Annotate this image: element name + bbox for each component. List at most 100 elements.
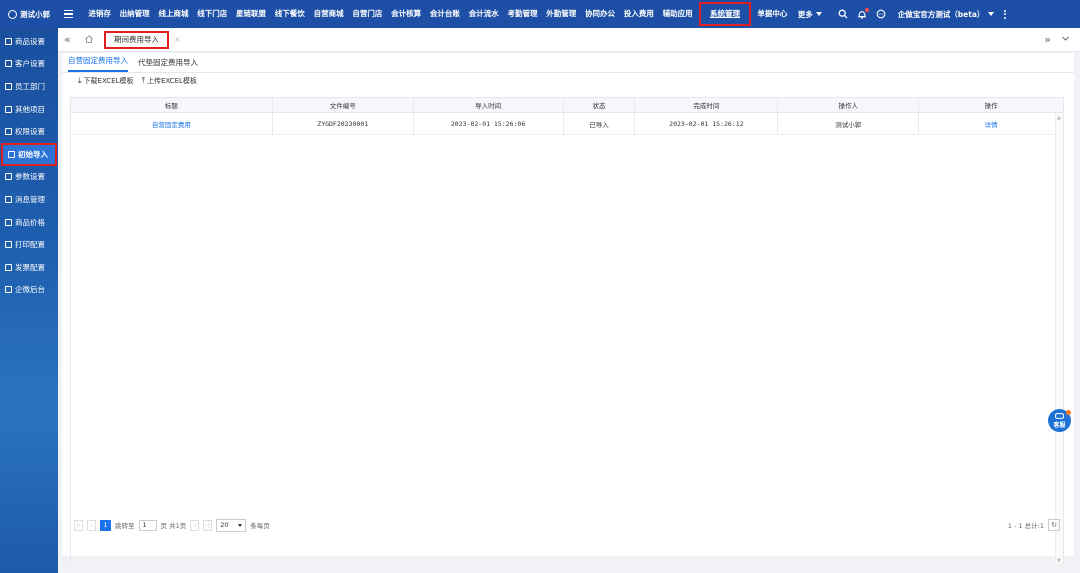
toolbar: ⤓ 下载EXCEL模板 ⤒ 上传EXCEL模板: [62, 73, 1074, 89]
module-nav: 进销存 出纳管理 线上商城 线下门店 星链联盟 线下餐饮 自营商城 自营门店 会…: [84, 0, 792, 28]
tab-advance-fixed-expense-import[interactable]: 代垫固定费用导入: [138, 57, 198, 72]
total-count: 1 - 1 总计:1: [1007, 522, 1044, 530]
prev-page-button[interactable]: ‹: [87, 519, 96, 531]
shield-icon: [5, 128, 12, 136]
settings-icon: [5, 37, 12, 45]
nav-item-aux-apps[interactable]: 辅助应用: [658, 0, 697, 28]
nav-item-journal[interactable]: 会计流水: [464, 0, 503, 28]
vertical-scrollbar[interactable]: ▲ ▼: [1055, 113, 1063, 566]
double-chevron-right-icon[interactable]: »: [1044, 33, 1051, 46]
download-label: 下载EXCEL模板: [83, 77, 134, 85]
chat-bubble-icon: [1055, 412, 1064, 419]
chevron-down-icon[interactable]: [1061, 33, 1070, 46]
tab-self-fixed-expense-import[interactable]: 自营固定费用导入: [68, 55, 128, 72]
sidebar-item-messages[interactable]: 消息管理: [0, 188, 58, 211]
sidebar-item-label: 打印配置: [15, 240, 45, 250]
notification-dot: [864, 8, 869, 12]
column-header-operator: 操作人: [778, 98, 920, 112]
nav-item-self-store[interactable]: 自营门店: [348, 0, 387, 28]
nav-item-offline-store[interactable]: 线下门店: [193, 0, 232, 28]
first-page-button[interactable]: |‹: [74, 519, 83, 531]
sliders-icon: [5, 173, 12, 181]
tab-period-expense-import[interactable]: 期间费用导入: [104, 30, 169, 49]
column-header-import-time: 导入时间: [414, 98, 564, 112]
sidebar-item-label: 客户设置: [15, 59, 45, 69]
sidebar-item-print-config[interactable]: 打印配置: [0, 233, 58, 256]
nav-item-field-work[interactable]: 外勤管理: [542, 0, 581, 28]
sidebar-item-invoice-config[interactable]: 发票配置: [0, 256, 58, 279]
sub-tabs: 自营固定费用导入 代垫固定费用导入: [62, 53, 1074, 73]
nav-item-online-mall[interactable]: 线上商城: [154, 0, 193, 28]
nav-item-document-center[interactable]: 单据中心: [753, 0, 792, 28]
row-operator: 测试小郭: [778, 113, 920, 134]
upload-template-button[interactable]: ⤒ 上传EXCEL模板: [141, 76, 196, 86]
sidebar-item-staff-department[interactable]: 员工部门: [0, 75, 58, 98]
nav-item-ledger[interactable]: 会计台账: [426, 0, 465, 28]
last-page-button[interactable]: ›|: [203, 519, 213, 531]
customer-service-button[interactable]: 客服: [1048, 409, 1071, 432]
nav-item-attendance[interactable]: 考勤管理: [503, 0, 542, 28]
sidebar-item-product-settings[interactable]: 商品设置: [0, 30, 58, 53]
folder-icon: [5, 105, 12, 113]
scroll-up-icon[interactable]: ▲: [1057, 115, 1061, 121]
nav-item-offline-dining[interactable]: 线下餐饮: [270, 0, 309, 28]
company-selector[interactable]: 企做宝官方测试（beta）: [898, 9, 995, 20]
column-header-status: 状态: [564, 98, 636, 112]
more-menu[interactable]: 更多: [792, 9, 828, 20]
upload-label: 上传EXCEL模板: [147, 77, 197, 85]
nav-item-star-alliance[interactable]: 星链联盟: [232, 0, 271, 28]
menu-toggle-icon[interactable]: [64, 0, 80, 28]
nav-item-cashier[interactable]: 出纳管理: [115, 0, 154, 28]
settings-icon: [5, 263, 12, 271]
page-jump-input[interactable]: 1: [138, 519, 157, 531]
sidebar-item-customer-settings[interactable]: 客户设置: [0, 53, 58, 76]
refresh-icon[interactable]: ↻: [1048, 519, 1060, 531]
sidebar-item-permissions[interactable]: 权限设置: [0, 120, 58, 143]
kebab-menu-icon[interactable]: [1004, 9, 1007, 19]
sidebar-item-parameters[interactable]: 参数设置: [0, 166, 58, 189]
column-header-title: 标题: [71, 98, 273, 112]
nav-item-collab-office[interactable]: 协同办公: [581, 0, 620, 28]
sidebar-item-label: 员工部门: [15, 81, 45, 91]
top-navbar: 测试小郭 进销存 出纳管理 线上商城 线下门店 星链联盟 线下餐饮 自营商城 自…: [0, 0, 1080, 28]
more-label: 更多: [797, 9, 813, 19]
nav-item-self-mall[interactable]: 自营商城: [309, 0, 348, 28]
chevron-down-icon: [988, 12, 995, 16]
nav-item-jxc[interactable]: 进销存: [84, 0, 115, 28]
sidebar-item-initial-import[interactable]: 初始导入: [1, 142, 57, 166]
content-panel: 自营固定费用导入 代垫固定费用导入 ⤓ 下载EXCEL模板 ⤒ 上传EXCEL模…: [62, 53, 1074, 567]
sidebar-item-label: 企微后台: [15, 285, 45, 295]
table-header: 标题 文件编号 导入时间 状态 完成时间 操作人 操作: [71, 98, 1063, 113]
double-chevron-left-icon[interactable]: «: [64, 34, 76, 45]
settings-icon: [5, 286, 12, 294]
bell-icon[interactable]: [857, 8, 869, 19]
user-circle-icon: [8, 9, 17, 19]
sidebar-item-label: 参数设置: [15, 172, 45, 182]
row-title-link[interactable]: 自营固定费用: [71, 113, 273, 134]
next-page-button[interactable]: ›: [190, 519, 200, 531]
home-icon[interactable]: [84, 34, 96, 46]
tab-label: 期间费用导入: [114, 35, 159, 44]
sidebar-item-wecom-admin[interactable]: 企微后台: [0, 279, 58, 302]
sidebar-item-label: 消息管理: [15, 194, 45, 204]
search-icon[interactable]: [838, 9, 848, 19]
sidebar-item-label: 商品价格: [15, 217, 45, 227]
sidebar-item-label: 发票配置: [15, 262, 45, 272]
sidebar-item-product-price[interactable]: 商品价格: [0, 211, 58, 234]
table-row: 自营固定费用 ZYGDF20230001 2023-02-01 15:26:06…: [71, 113, 1063, 135]
nav-item-system-management[interactable]: 系统管理: [699, 2, 751, 26]
page-size-value: 20: [220, 521, 229, 529]
page-size-select[interactable]: 20: [216, 518, 247, 532]
chevron-down-icon: [238, 523, 243, 527]
brand[interactable]: 测试小郭: [0, 9, 58, 20]
current-page[interactable]: 1: [100, 519, 111, 531]
download-template-button[interactable]: ⤓ 下载EXCEL模板: [78, 76, 133, 86]
details-link[interactable]: 详情: [919, 113, 1063, 134]
nav-item-input-cost[interactable]: 投入费用: [619, 0, 658, 28]
chat-icon[interactable]: [876, 9, 886, 19]
close-icon[interactable]: ×: [174, 35, 181, 44]
sidebar-item-other-projects[interactable]: 其他项目: [0, 98, 58, 121]
sidebar-item-label: 权限设置: [15, 127, 45, 137]
message-icon: [5, 195, 12, 203]
nav-item-accounting[interactable]: 会计核算: [387, 0, 426, 28]
